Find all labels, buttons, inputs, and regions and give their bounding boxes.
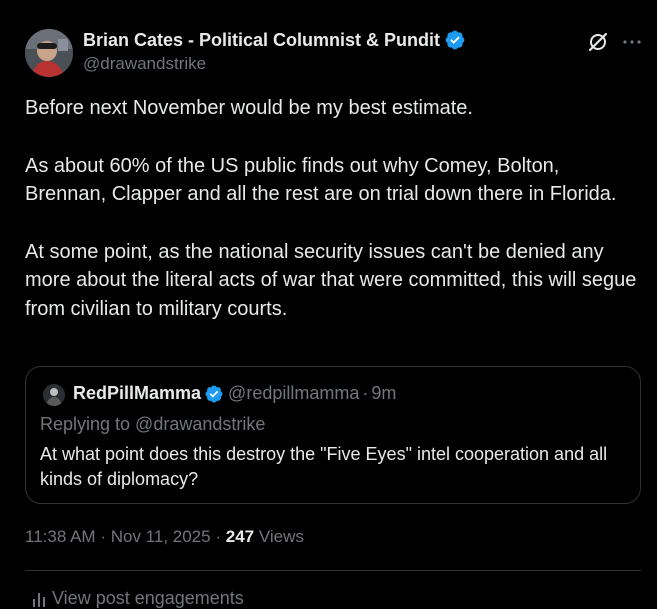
quoted-avatar [43, 384, 65, 406]
quoted-handle: @redpillmamma [228, 383, 360, 403]
tweet-meta: 11:38 AM · Nov 11, 2025 · 247 Views [25, 527, 304, 547]
view-engagements-link[interactable]: View post engagements [32, 588, 244, 609]
quoted-separator: · [362, 383, 369, 403]
meta-separator: · [215, 527, 221, 546]
bar-chart-icon [33, 592, 45, 607]
quoted-time: 9m [371, 383, 397, 403]
views-count: 247 [225, 527, 255, 546]
author-handle[interactable]: @drawandstrike [83, 54, 206, 74]
quoted-replying-to: Replying to @drawandstrike [40, 414, 266, 434]
quoted-text: At what point does this destroy the "Fiv… [40, 444, 608, 489]
quoted-tweet[interactable]: RedPillMamma @redpillmamma · 9m Replying… [25, 366, 641, 504]
author-name[interactable]: Brian Cates - Political Columnist & Pund… [83, 29, 466, 51]
tweet-paragraph: At some point, as the national security … [25, 240, 637, 320]
meta-separator: · [100, 527, 106, 546]
tweet-paragraph: As about 60% of the US public finds out … [25, 154, 617, 206]
tweet-paragraph: Before next November would be my best es… [25, 97, 473, 119]
author-name-text[interactable]: Brian Cates - Political Columnist & Pund… [83, 30, 440, 51]
quoted-header: RedPillMamma @redpillmamma · 9m [73, 383, 396, 404]
views-label: Views [258, 527, 304, 546]
tweet-time[interactable]: 11:38 AM [25, 527, 96, 546]
tweet-date[interactable]: Nov 11, 2025 [111, 527, 211, 546]
quoted-name: RedPillMamma [73, 383, 202, 403]
more-icon[interactable] [620, 30, 644, 54]
verified-badge-icon [445, 30, 465, 50]
divider [25, 570, 641, 571]
engagements-label[interactable]: View post engagements [52, 588, 244, 609]
tweet-body: Before next November would be my best es… [25, 94, 640, 352]
verified-badge-icon [205, 384, 223, 403]
author-avatar[interactable] [25, 29, 73, 77]
grok-icon[interactable] [586, 30, 610, 54]
